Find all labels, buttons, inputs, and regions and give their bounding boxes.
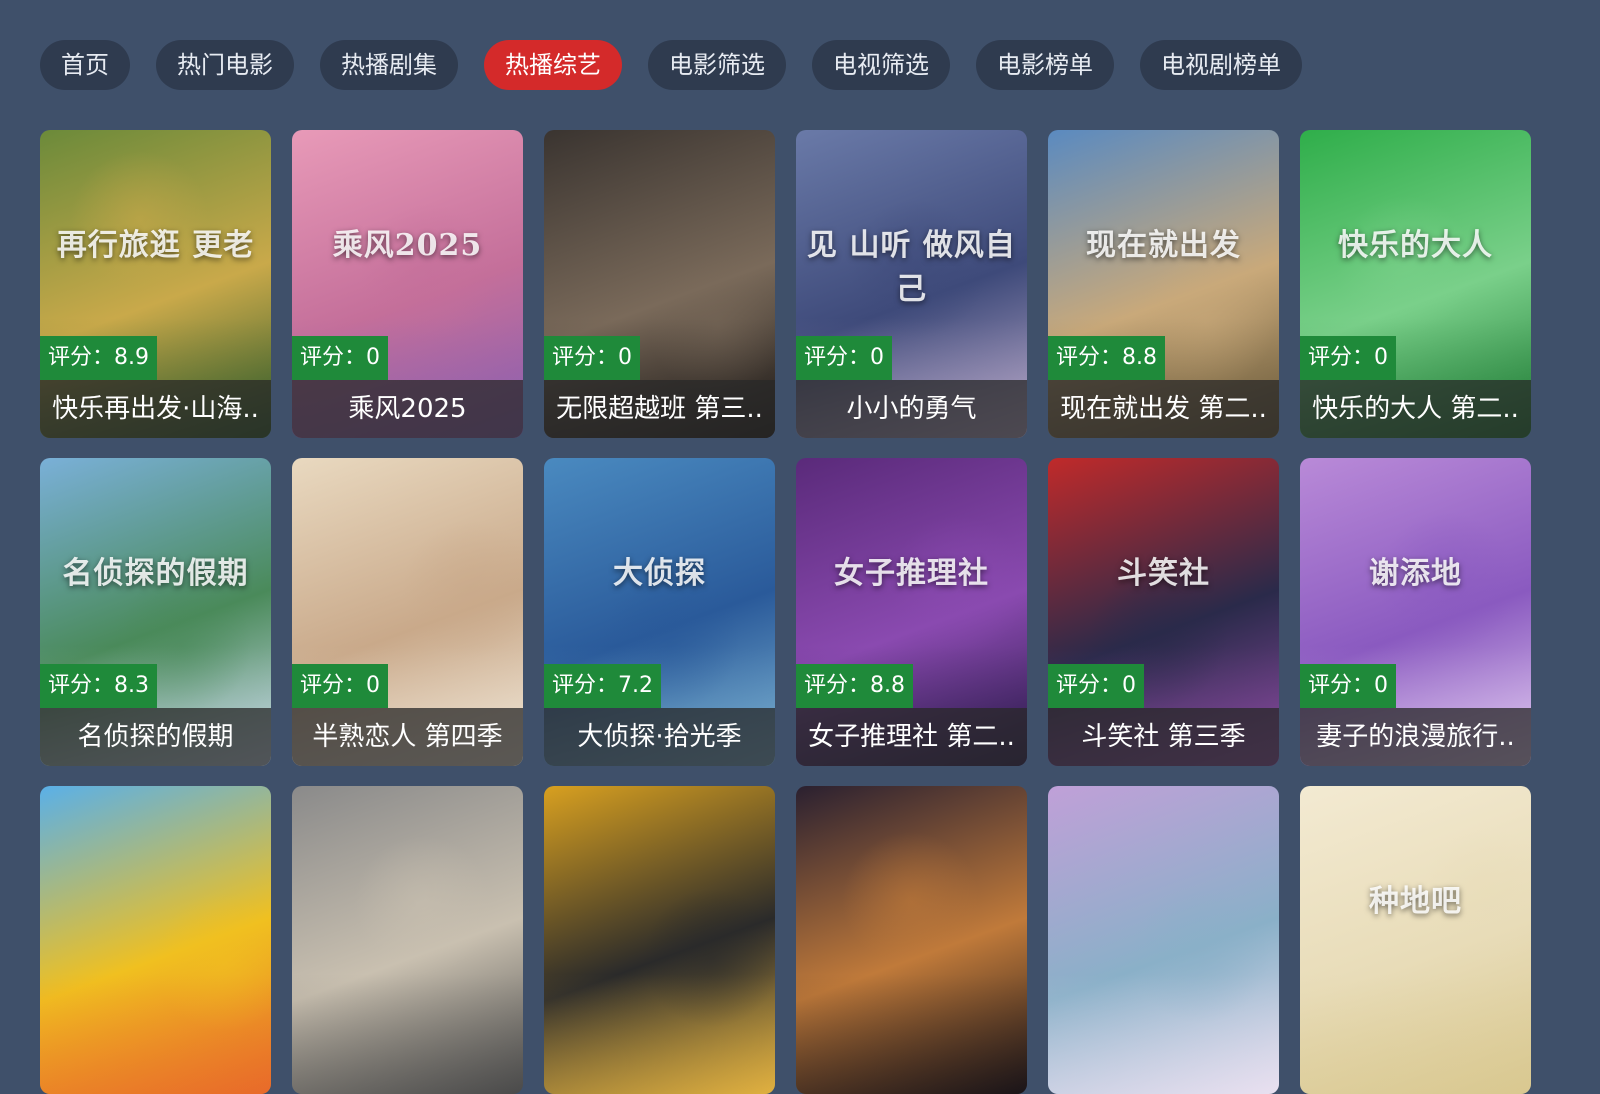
rating-badge: 评分：0 [292, 664, 388, 708]
poster-logo-text: 女子推理社 [834, 556, 989, 591]
show-title: 女子推理社 第二.. [796, 708, 1027, 766]
poster-logo-text: 斗笑社 [1117, 556, 1210, 591]
show-card[interactable]: 谢添地评分：0 妻子的浪漫旅行.. [1300, 458, 1531, 766]
show-card[interactable] [292, 786, 523, 1094]
poster-logo-text: 种地吧 [1369, 884, 1462, 919]
show-card[interactable]: 种地吧 [1300, 786, 1531, 1094]
poster-decoration [292, 974, 523, 1094]
tab-1[interactable]: 热门电影 [156, 40, 294, 90]
show-title: 妻子的浪漫旅行.. [1300, 708, 1531, 766]
show-card[interactable] [40, 786, 271, 1094]
poster-decoration [401, 519, 523, 659]
poster-logo-text: 现在就出发 [1086, 228, 1241, 263]
poster-decoration [1300, 974, 1531, 1094]
tab-0[interactable]: 首页 [40, 40, 130, 90]
show-title: 无限超越班 第三.. [544, 380, 775, 438]
poster-decoration [40, 974, 271, 1094]
show-title: 大侦探·拾光季 [544, 708, 775, 766]
poster-logo-text: 大侦探 [613, 556, 706, 591]
poster-logo-text: 再行旅逛 更老 [56, 228, 255, 263]
poster-logo-text: 快乐的大人 [1338, 228, 1493, 263]
poster-decoration [544, 974, 775, 1094]
show-card[interactable]: 再行旅逛 更老评分：8.9 快乐再出发·山海.. [40, 130, 271, 438]
tab-7[interactable]: 电视剧榜单 [1140, 40, 1302, 90]
show-title: 现在就出发 第二.. [1048, 380, 1279, 438]
show-card[interactable]: 评分：0 半熟恋人 第四季 [292, 458, 523, 766]
rating-badge: 评分：0 [1048, 664, 1144, 708]
rating-badge: 评分：0 [796, 336, 892, 380]
show-card[interactable] [1048, 786, 1279, 1094]
category-tab-bar: 首页 热门电影 热播剧集 热播综艺 电影筛选 电视筛选 电影榜单 电视剧榜单 [40, 40, 1328, 90]
show-title: 乘风2025 [292, 380, 523, 438]
poster-image [292, 786, 523, 1094]
poster-logo-text: 见 山听 做风自己 [807, 228, 1016, 307]
show-title: 斗笑社 第三季 [1048, 708, 1279, 766]
show-title: 小小的勇气 [796, 380, 1027, 438]
rating-badge: 评分：8.8 [1048, 336, 1165, 380]
poster-image [1048, 786, 1279, 1094]
show-title: 快乐再出发·山海.. [40, 380, 271, 438]
rating-badge: 评分：0 [292, 336, 388, 380]
tab-6[interactable]: 电影榜单 [976, 40, 1114, 90]
tab-3[interactable]: 热播综艺 [484, 40, 622, 90]
show-card[interactable]: 现在就出发评分：8.8 现在就出发 第二.. [1048, 130, 1279, 438]
rating-badge: 评分：0 [1300, 336, 1396, 380]
show-card[interactable] [796, 786, 1027, 1094]
show-card[interactable]: 大侦探评分：7.2 大侦探·拾光季 [544, 458, 775, 766]
poster-logo-text: 谢添地 [1369, 556, 1462, 591]
poster-logo-text: 名侦探的假期 [62, 556, 249, 591]
rating-badge: 评分：8.3 [40, 664, 157, 708]
tab-2[interactable]: 热播剧集 [320, 40, 458, 90]
poster-decoration [353, 835, 493, 975]
tab-5[interactable]: 电视筛选 [812, 40, 950, 90]
rating-badge: 评分：8.8 [796, 664, 913, 708]
poster-decoration [1048, 974, 1279, 1094]
poster-decoration [796, 974, 1027, 1094]
show-card[interactable]: 评分：0 无限超越班 第三.. [544, 130, 775, 438]
rating-badge: 评分：8.9 [40, 336, 157, 380]
tab-4[interactable]: 电影筛选 [648, 40, 786, 90]
show-title: 半熟恋人 第四季 [292, 708, 523, 766]
show-title: 快乐的大人 第二.. [1300, 380, 1531, 438]
poster-logo-text: 乘风2025 [332, 228, 483, 263]
poster-image [544, 786, 775, 1094]
poster-decoration [841, 831, 981, 971]
rating-badge: 评分：0 [1300, 664, 1396, 708]
rating-badge: 评分：0 [544, 336, 640, 380]
show-card[interactable]: 见 山听 做风自己评分：0 小小的勇气 [796, 130, 1027, 438]
show-card[interactable]: 乘风2025 评分：0 乘风2025 [292, 130, 523, 438]
show-card[interactable]: 斗笑社评分：0 斗笑社 第三季 [1048, 458, 1279, 766]
show-card[interactable]: 快乐的大人评分：0 快乐的大人 第二.. [1300, 130, 1531, 438]
poster-decoration [1335, 195, 1475, 335]
rating-badge: 评分：7.2 [544, 664, 661, 708]
poster-image [40, 786, 271, 1094]
poster-image: 种地吧 [1300, 786, 1531, 1094]
show-card[interactable]: 名侦探的假期 评分：8.3 名侦探的假期 [40, 458, 271, 766]
poster-image [796, 786, 1027, 1094]
show-card[interactable] [544, 786, 775, 1094]
show-card[interactable]: 女子推理社评分：8.8 女子推理社 第二.. [796, 458, 1027, 766]
show-title: 名侦探的假期 [40, 708, 271, 766]
